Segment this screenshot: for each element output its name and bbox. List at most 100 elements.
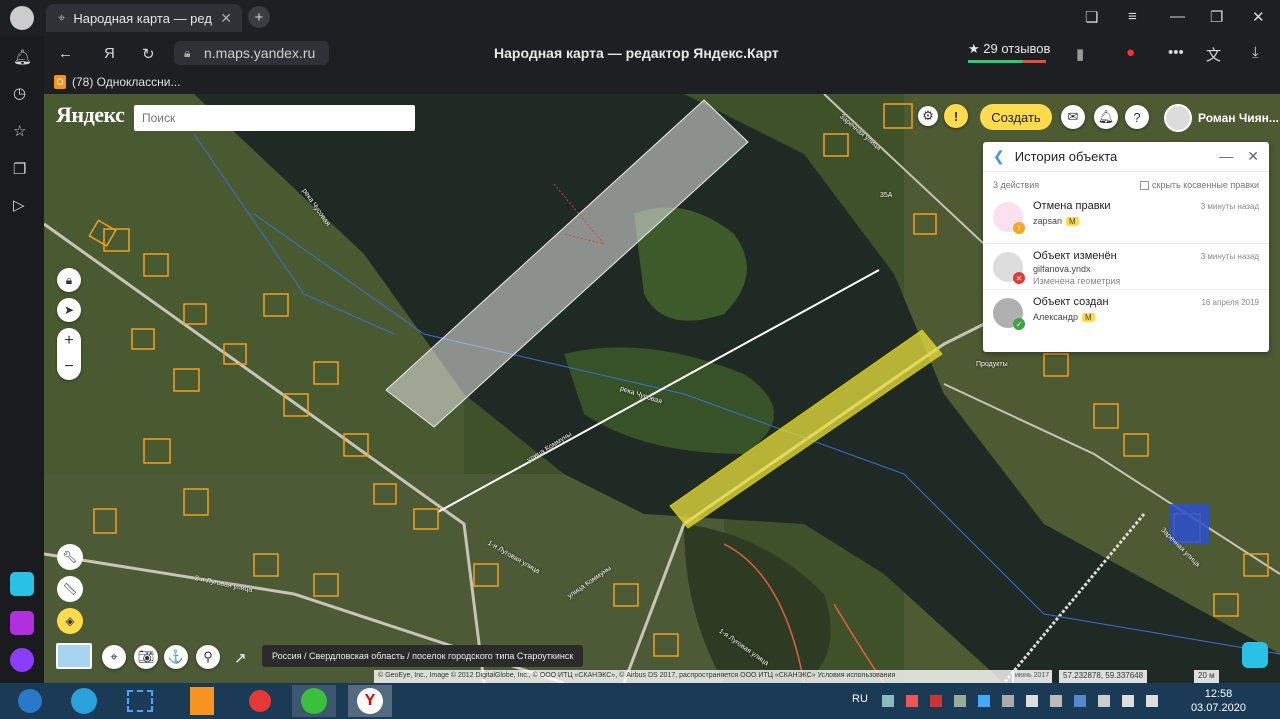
zoom-control: + − [57, 328, 81, 380]
lock-map-icon[interactable]: 🔒︎ [57, 268, 81, 292]
settings-icon[interactable]: ⚙ [918, 106, 938, 126]
map-view[interactable]: река Чусовая река Чусовая улица Коммуны … [44, 94, 1280, 683]
placemark-icon[interactable]: ⚲ [196, 645, 220, 669]
history-icon[interactable]: ◷ [13, 84, 26, 102]
create-button[interactable]: Создать [980, 104, 1052, 130]
assistant-icon[interactable] [10, 648, 34, 672]
map-label-shop: Продукты [976, 361, 1008, 368]
panel-title: История объекта [1014, 149, 1118, 164]
alice-icon[interactable] [10, 611, 34, 635]
camera-icon[interactable]: 📷︎ [134, 645, 158, 669]
history-item-user[interactable]: zapsan [1033, 216, 1062, 226]
history-item-user[interactable]: Александр [1033, 312, 1078, 322]
history-item[interactable]: ✕ Объект изменён 3 минуты назад gilfanov… [983, 244, 1269, 290]
url-text: n.maps.yandex.ru [204, 45, 316, 61]
layers-icon[interactable]: ◈ [57, 608, 83, 634]
bookmarks-bar: О (78) Одноклассни... [44, 72, 1280, 94]
translate-icon[interactable]: 文 [1206, 44, 1221, 65]
hide-indirect-checkbox[interactable]: скрыть косвенные правки [1140, 180, 1259, 190]
star-icon[interactable]: ☆ [13, 122, 26, 140]
copyright-text: © GeoEye, Inc., Image © 2012 DigitalGlob… [374, 670, 1014, 683]
page-title: Народная карта — редактор Яндекс.Карт [494, 45, 779, 61]
history-item-time: 16 апреля 2019 [1201, 298, 1259, 307]
bookmark-odnoklassniki[interactable]: О (78) Одноклассни... [54, 75, 180, 89]
ruler-icon[interactable]: 📏︎ [57, 576, 83, 602]
snipping-tool-icon[interactable] [118, 685, 162, 717]
address-bar[interactable]: 🔒︎ n.maps.yandex.ru [174, 41, 329, 65]
alert-icon[interactable]: ! [944, 104, 968, 128]
coordinates-readout: 57.232878, 59.337648 [1059, 670, 1148, 683]
history-item-time: 3 минуты назад [1200, 252, 1259, 261]
tabs-icon[interactable]: ❐ [13, 160, 26, 178]
history-item-time: 3 минуты назад [1200, 202, 1259, 211]
new-tab-button[interactable]: + [248, 6, 270, 28]
menu-icon[interactable]: ≡ [1128, 8, 1137, 25]
geo-pin-icon[interactable]: ● [1126, 44, 1135, 61]
language-indicator[interactable]: RU [852, 693, 868, 705]
minimize-icon[interactable]: — [1170, 8, 1185, 25]
restore-icon[interactable]: ❐ [1210, 8, 1223, 26]
more-icon[interactable]: ••• [1168, 44, 1184, 61]
reviews-badge[interactable]: ★ 29 отзывов [968, 41, 1050, 63]
tab-title: Народная карта — редактор Яндекс.Карт [73, 10, 212, 26]
clock-time: 12:58 [1204, 688, 1233, 700]
yandex-browser-icon[interactable]: Y [348, 685, 392, 717]
history-item[interactable]: ! Отмена правки 3 минуты назад zapsan М [983, 194, 1269, 244]
close-tab-icon[interactable]: ✕ [220, 10, 232, 27]
reload-icon[interactable]: ↻ [142, 45, 155, 63]
map-thumbnail[interactable] [56, 643, 92, 669]
search-input[interactable] [134, 105, 415, 131]
collections-icon[interactable]: ❏ [1085, 8, 1098, 26]
share-icon[interactable]: ↗ [234, 649, 247, 667]
map-label-house: 35А [880, 192, 893, 199]
reviews-rating-bar [968, 60, 1046, 63]
browser-tab[interactable]: ⌖ Народная карта — редактор Яндекс.Карт … [46, 4, 242, 32]
yandex-icon[interactable]: Я [104, 45, 115, 62]
bell-icon[interactable]: 🔔︎ [13, 48, 32, 66]
object-history-panel: ❮ История объекта — ✕ 3 действия скрыть … [983, 142, 1269, 352]
ladybug-icon[interactable] [238, 685, 282, 717]
play-icon[interactable]: ▷ [13, 196, 25, 214]
close-panel-icon[interactable]: ✕ [1247, 148, 1259, 165]
history-item[interactable]: ✓ Объект создан 16 апреля 2019 Александр… [983, 290, 1269, 340]
history-count: 3 действия [993, 180, 1040, 190]
network-tool-icon[interactable] [292, 685, 336, 717]
panorama-icon[interactable]: ⚓ [164, 645, 188, 669]
user-name: Роман Чиян... [1198, 111, 1279, 125]
browser-side-panel: 🔔︎ ◷ ☆ ❐ ▷ [0, 36, 44, 683]
profile-avatar-icon[interactable] [10, 6, 34, 30]
history-item-note: Изменена геометрия [1033, 276, 1121, 286]
imagery-date: июнь 2017 [1012, 670, 1053, 683]
zoom-out-button[interactable]: − [64, 358, 73, 376]
checkbox[interactable] [1140, 180, 1149, 190]
locate-icon[interactable]: ➤ [57, 298, 81, 322]
error-status-icon: ✕ [1013, 272, 1025, 284]
pdf-icon[interactable] [180, 685, 224, 717]
back-icon[interactable]: ← [58, 45, 73, 62]
yandex-services-icon[interactable] [1242, 642, 1268, 668]
breadcrumb[interactable]: Россия / Свердловская область / поселок … [262, 645, 584, 667]
user-menu[interactable]: Роман Чиян... [1164, 104, 1279, 132]
windows-taskbar: Y RU 12:58 03.07.2020 [0, 683, 1280, 719]
yandex-logo[interactable]: Яндекс [56, 102, 125, 128]
system-clock[interactable]: 12:58 03.07.2020 [1191, 687, 1246, 715]
moderator-badge: М [1082, 312, 1095, 322]
notifications-icon[interactable]: 🔔︎ [1094, 105, 1118, 129]
zoom-in-button[interactable]: + [64, 332, 73, 350]
minimize-panel-icon[interactable]: — [1219, 148, 1233, 165]
start-button[interactable] [8, 685, 52, 717]
map-pin-icon: ⌖ [58, 10, 66, 25]
browser-toolbar: ← Я ↻ 🔒︎ n.maps.yandex.ru Народная карта… [44, 36, 1280, 72]
wrench-icon[interactable]: 🔧︎ [57, 544, 83, 570]
help-icon[interactable]: ? [1125, 105, 1149, 129]
download-icon[interactable]: ⤓ [1252, 44, 1259, 61]
close-window-icon[interactable]: ✕ [1252, 8, 1265, 26]
tray-icons[interactable] [882, 695, 1212, 707]
history-item-user[interactable]: gilfanova.yndx [1033, 264, 1091, 274]
yandex-services-icon[interactable] [10, 572, 34, 596]
pin-icon[interactable]: ⌖ [102, 645, 126, 669]
telegram-icon[interactable] [62, 685, 106, 717]
back-arrow-icon[interactable]: ❮ [993, 148, 1005, 165]
bookmark-icon[interactable]: ▮ [1076, 45, 1084, 63]
messages-icon[interactable]: ✉ [1061, 105, 1085, 129]
